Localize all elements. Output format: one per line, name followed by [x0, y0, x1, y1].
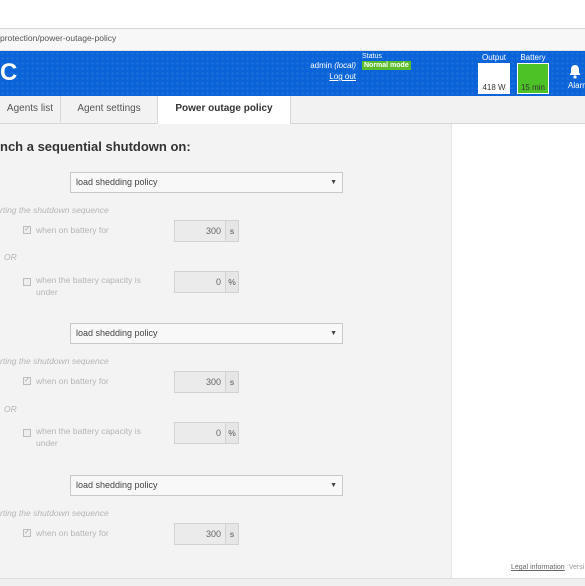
capacity-percent-input-1[interactable]: 0	[174, 271, 226, 293]
battery-meter[interactable]: Battery 15 min	[517, 53, 549, 94]
tab-bar: Agents list Agent settings Power outage …	[0, 96, 585, 124]
battery-checkbox-2[interactable]: ✓	[23, 377, 31, 385]
legal-information-link[interactable]: Legal information	[511, 564, 565, 571]
battery-seconds-input-1[interactable]: 300	[174, 220, 226, 242]
policy-select-3[interactable]: load shedding policy ▼	[70, 475, 343, 496]
battery-seconds-input-2[interactable]: 300	[174, 371, 226, 393]
brand-logo: C	[0, 59, 18, 86]
chevron-down-icon: ▼	[330, 330, 337, 337]
policy-select-2-value: load shedding policy	[76, 328, 158, 338]
policy-select-3-value: load shedding policy	[76, 480, 158, 490]
app-header: C admin (local) Log out Status Normal mo…	[0, 51, 585, 96]
battery-label-1: when on battery for	[36, 225, 109, 235]
or-label-1: OR	[4, 252, 17, 262]
status-label: Status	[362, 53, 382, 60]
output-value: 418 W	[482, 83, 506, 92]
capacity-checkbox-1[interactable]	[23, 278, 31, 286]
tab-power-outage-policy[interactable]: Power outage policy	[158, 96, 291, 124]
output-label: Output	[481, 53, 506, 62]
address-bar[interactable]: protection/power-outage-policy	[0, 29, 585, 51]
battery-unit-2: s	[225, 371, 239, 393]
policy-select-1[interactable]: load shedding policy ▼	[70, 172, 343, 193]
tab-agents-list[interactable]: Agents list	[0, 96, 61, 122]
policy-panel: nch a sequential shutdown on: load shedd…	[0, 124, 452, 585]
capacity-checkbox-2[interactable]	[23, 429, 31, 437]
capacity-label-1: when the battery capacity is under	[36, 274, 141, 298]
url-text: protection/power-outage-policy	[0, 33, 117, 43]
capacity-unit-2: %	[225, 422, 239, 444]
tab-agent-settings[interactable]: Agent settings	[61, 96, 158, 122]
alarms-label: Alarms	[568, 81, 585, 90]
battery-label-3: when on battery for	[36, 528, 109, 538]
panel-title: nch a sequential shutdown on:	[0, 139, 191, 154]
user-realm: (local)	[334, 61, 356, 70]
chevron-down-icon: ▼	[330, 482, 337, 489]
battery-unit-1: s	[225, 220, 239, 242]
capacity-percent-input-2[interactable]: 0	[174, 422, 226, 444]
status-block: Status Normal mode	[362, 53, 411, 70]
or-label-2: OR	[4, 404, 17, 414]
capacity-label-2-line2: under	[36, 438, 58, 448]
battery-label: Battery	[520, 53, 546, 62]
version-text: Versi	[568, 564, 585, 571]
shutdown-hint-2: rting the shutdown sequence	[0, 356, 109, 366]
output-meter[interactable]: Output 418 W	[478, 53, 510, 94]
user-name: admin	[310, 61, 332, 70]
chevron-down-icon: ▼	[330, 179, 337, 186]
battery-checkbox-1[interactable]: ✓	[23, 226, 31, 234]
shutdown-hint-3: rting the shutdown sequence	[0, 508, 109, 518]
battery-label-2: when on battery for	[36, 376, 109, 386]
shutdown-hint-1: rting the shutdown sequence	[0, 205, 109, 215]
policy-select-1-value: load shedding policy	[76, 177, 158, 187]
logout-link[interactable]: Log out	[300, 71, 356, 82]
policy-select-2[interactable]: load shedding policy ▼	[70, 323, 343, 344]
footer: Legal information Versi	[511, 564, 584, 571]
capacity-unit-1: %	[225, 271, 239, 293]
capacity-label-1-line2: under	[36, 287, 58, 297]
capacity-label-2-line1: when the battery capacity is	[36, 426, 141, 436]
user-box: admin (local) Log out	[300, 60, 356, 82]
battery-value: 15 min	[520, 83, 545, 92]
battery-checkbox-3[interactable]: ✓	[23, 529, 31, 537]
status-badge: Normal mode	[362, 61, 411, 70]
capacity-label-2: when the battery capacity is under	[36, 425, 141, 449]
browser-toolbar	[0, 0, 585, 29]
battery-unit-3: s	[225, 523, 239, 545]
capacity-label-1-line1: when the battery capacity is	[36, 275, 141, 285]
battery-seconds-input-3[interactable]: 300	[174, 523, 226, 545]
